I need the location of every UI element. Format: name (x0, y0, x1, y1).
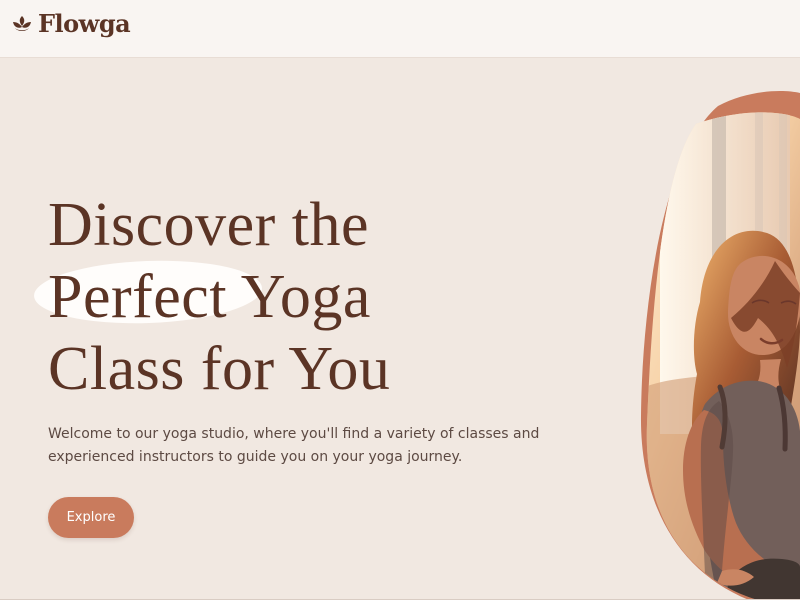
headline-text-2: Yoga (240, 263, 371, 331)
headline-highlight-word: Perfect (48, 263, 228, 331)
lotus-icon (13, 16, 31, 31)
explore-button[interactable]: Explore (48, 497, 134, 538)
hero-description: Welcome to our yoga studio, where you'll… (48, 426, 540, 465)
headline-text-3: Class for You (48, 335, 391, 403)
hero-section: Discover the Perfect Yoga Class for You … (0, 59, 800, 600)
hero-yoga-image (580, 59, 800, 600)
hero-headline: Discover the Perfect Yoga Class for You (32, 189, 508, 405)
landing-page: Flowga Discover the Perfect Yoga Class f… (0, 0, 800, 600)
yoga-woman-illustration (640, 91, 800, 600)
brand-name: Flowga (38, 9, 131, 38)
brand-logo-link[interactable]: Flowga (10, 9, 131, 38)
headline-line-1: Discover the (48, 189, 508, 261)
site-header: Flowga (0, 0, 800, 58)
headline-line-3: Class for You (48, 333, 508, 405)
headline-line-2: Perfect Yoga (32, 257, 508, 333)
headline-text-1: Discover the (48, 191, 370, 259)
